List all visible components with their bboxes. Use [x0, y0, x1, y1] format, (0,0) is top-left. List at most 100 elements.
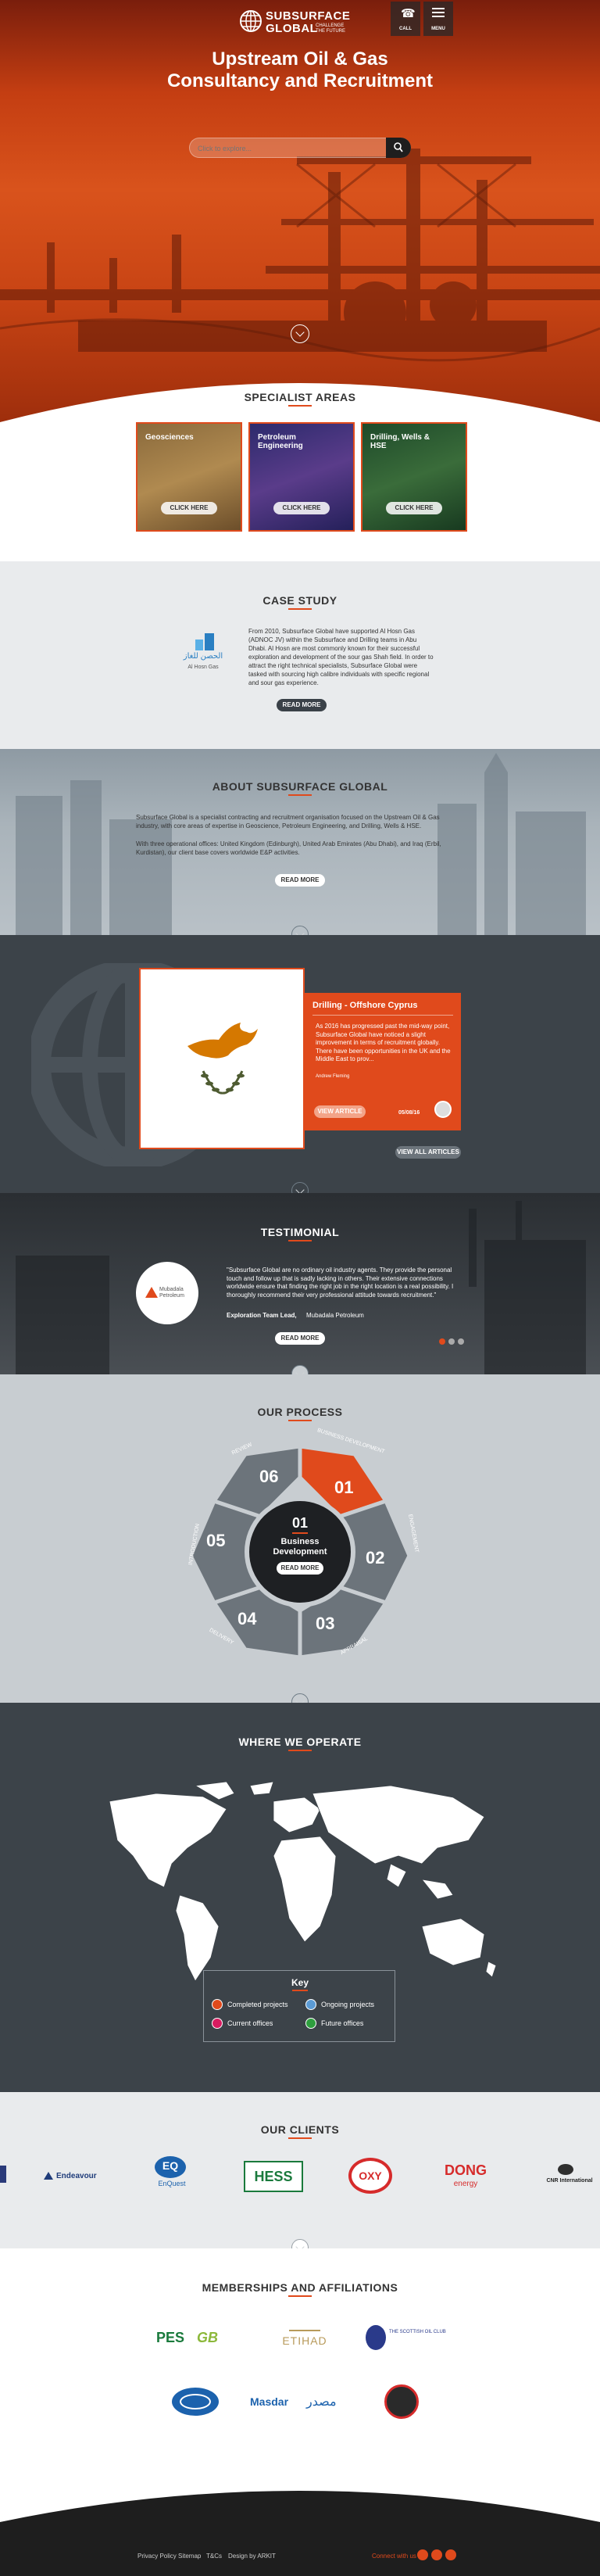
testimonial-section: TESTIMONIAL Mubadala Petroleum "Subsurfa… — [0, 1193, 600, 1374]
membership-logo-spe[interactable] — [172, 2388, 219, 2416]
process-step-02-number[interactable]: 02 — [366, 1548, 384, 1568]
card-click-button[interactable]: CLICK HERE — [161, 502, 217, 514]
client-logo-partial — [0, 2166, 6, 2183]
carousel-dot[interactable] — [448, 1338, 455, 1345]
client-logo-endeavour[interactable]: Endeavour — [44, 2167, 106, 2186]
scroll-down-icon[interactable] — [291, 324, 309, 343]
testimonial-quote: "Subsurface Global are no ordinary oil i… — [227, 1267, 454, 1299]
membership-logo-scottish-oil-club[interactable]: THE SCOTTISH OIL CLUB — [366, 2322, 452, 2353]
operate-heading: WHERE WE OPERATE — [238, 1736, 362, 1748]
call-label: CALL — [399, 27, 412, 31]
footer-curve — [0, 2483, 600, 2522]
hero-title-line1: Upstream Oil & Gas — [212, 48, 388, 70]
card-title: Geosciences — [145, 433, 194, 442]
process-heading: OUR PROCESS — [257, 1406, 343, 1418]
testimonial-read-more[interactable]: READ MORE — [275, 1332, 325, 1345]
card-title: Drilling, Wells & HSE — [370, 433, 430, 450]
phone-icon: ☎ — [401, 7, 416, 20]
testimonial-author-role: Exploration Team Lead, — [227, 1312, 297, 1319]
about-read-more[interactable]: READ MORE — [275, 874, 325, 887]
search-icon — [394, 142, 403, 152]
logo-line2: GLOBAL — [266, 22, 318, 35]
news-image-card[interactable] — [139, 968, 305, 1149]
card-title: Petroleum Engineering — [258, 433, 303, 450]
key-future-label: Future offices — [321, 2019, 364, 2027]
case-study-section: CASE STUDY الحصن للغاز Al Hosn Gas From … — [0, 561, 600, 749]
membership-logo-etihad[interactable]: ETIHAD — [266, 2323, 344, 2352]
card-click-button[interactable]: CLICK HERE — [386, 502, 442, 514]
client-logo-oxy[interactable]: OXY — [348, 2158, 392, 2194]
logo-tagline2: THE FUTURE — [316, 29, 345, 34]
scroll-down-icon[interactable] — [291, 1182, 309, 1193]
hero-curve — [0, 383, 600, 422]
footer-link-tcs[interactable]: T&Cs — [206, 2553, 222, 2560]
footer-link-privacy[interactable]: Privacy Policy — [138, 2553, 177, 2560]
carousel-dot[interactable] — [439, 1338, 445, 1345]
specialist-card-geosciences[interactable]: Geosciences CLICK HERE — [136, 422, 242, 532]
about-heading: ABOUT SUBSURFACE GLOBAL — [212, 780, 388, 793]
key-future-dot — [305, 2018, 316, 2029]
case-study-read-more[interactable]: READ MORE — [277, 699, 327, 711]
map-key: Key Completed projects Ongoing projects … — [203, 1970, 395, 2042]
menu-label: MENU — [431, 27, 445, 31]
key-title: Key — [291, 1977, 309, 1988]
process-step-03-number[interactable]: 03 — [316, 1614, 334, 1634]
clients-section: OUR CLIENTS Endeavour EQ EnQuest HESS OX… — [0, 2092, 600, 2256]
news-article-card[interactable]: Drilling - Offshore Cyprus As 2016 has p… — [305, 993, 461, 1130]
clients-heading: OUR CLIENTS — [260, 2123, 340, 2136]
specialist-card-petroleum-engineering[interactable]: Petroleum Engineering CLICK HERE — [248, 422, 355, 532]
menu-button[interactable]: MENU — [423, 2, 453, 36]
footer-connect-label: Connect with us — [372, 2553, 416, 2560]
card-click-button[interactable]: CLICK HERE — [273, 502, 330, 514]
site-logo[interactable]: SUBSURFACE GLOBAL CHALLENGE THE FUTURE — [239, 8, 364, 36]
al-hosn-logo: الحصن للغاز Al Hosn Gas — [180, 633, 227, 680]
client-logo-dong[interactable]: DONG energy — [434, 2162, 497, 2194]
footer-link-sitemap[interactable]: Sitemap — [178, 2553, 201, 2560]
about-para2: With three operational offices: United K… — [136, 840, 441, 856]
process-step-01-number[interactable]: 01 — [334, 1478, 353, 1498]
about-section: ABOUT SUBSURFACE GLOBAL Subsurface Globa… — [0, 749, 600, 935]
view-all-articles-button[interactable]: VIEW ALL ARTICLES — [395, 1146, 461, 1159]
search-input[interactable] — [198, 142, 377, 156]
client-logo-cnr[interactable]: CNR International — [539, 2164, 600, 2192]
news-author: Andrew Fleming — [316, 1074, 350, 1079]
hero-search[interactable] — [189, 138, 411, 158]
carousel-dot[interactable] — [458, 1338, 464, 1345]
view-article-button[interactable]: VIEW ARTICLE — [314, 1105, 366, 1118]
process-read-more[interactable]: READ MORE — [277, 1562, 323, 1575]
author-avatar — [434, 1101, 452, 1118]
process-section: OUR PROCESS 01 02 03 04 05 06 BUSINESS D… — [0, 1374, 600, 1711]
membership-logo-masdar[interactable]: Masdar مصدر — [250, 2391, 359, 2414]
twitter-icon[interactable] — [417, 2549, 428, 2560]
cyprus-flag-image — [188, 1023, 258, 1095]
process-step-05-number[interactable]: 05 — [206, 1531, 225, 1551]
call-button[interactable]: ☎ CALL — [391, 2, 420, 36]
footer-link-design[interactable]: Design by ARKIT — [228, 2553, 276, 2560]
testimonial-heading: TESTIMONIAL — [260, 1226, 340, 1238]
youtube-icon[interactable] — [445, 2549, 456, 2560]
carousel-dots — [439, 1338, 466, 1345]
hero-title-line2: Consultancy and Recruitment — [166, 70, 434, 91]
key-completed-dot — [212, 1999, 223, 2010]
hamburger-icon — [432, 8, 445, 17]
client-logo-hess[interactable]: HESS — [244, 2161, 303, 2192]
client-logo-enquest[interactable]: EQ EnQuest — [148, 2156, 195, 2191]
process-center-title: Business Development — [273, 1537, 327, 1557]
footer: Privacy Policy Sitemap T&Cs Design by AR… — [0, 2483, 600, 2576]
specialist-card-drilling[interactable]: Drilling, Wells & HSE CLICK HERE — [361, 422, 467, 532]
linkedin-icon[interactable] — [431, 2549, 442, 2560]
about-para1: Subsurface Global is a specialist contra… — [136, 814, 440, 829]
news-title: Drilling - Offshore Cyprus — [312, 1001, 418, 1010]
news-body: As 2016 has progressed past the mid-way … — [316, 1023, 451, 1062]
logo-tagline1: CHALLENGE — [316, 23, 345, 28]
hero-section: SUBSURFACE GLOBAL CHALLENGE THE FUTURE ☎… — [0, 0, 600, 422]
key-ongoing-label: Ongoing projects — [321, 2001, 375, 2008]
news-section: Drilling - Offshore Cyprus As 2016 has p… — [0, 935, 600, 1193]
specialist-areas-section: SPECIALIST AREAS Geosciences CLICK HERE … — [0, 391, 600, 561]
membership-logo-badge[interactable] — [384, 2384, 419, 2419]
process-step-06-number[interactable]: 06 — [259, 1467, 278, 1487]
process-step-04-number[interactable]: 04 — [238, 1609, 256, 1629]
search-button[interactable] — [386, 138, 411, 158]
membership-logo-pes-gb[interactable]: PES GB — [156, 2327, 228, 2350]
specialist-heading: SPECIALIST AREAS — [244, 391, 356, 403]
